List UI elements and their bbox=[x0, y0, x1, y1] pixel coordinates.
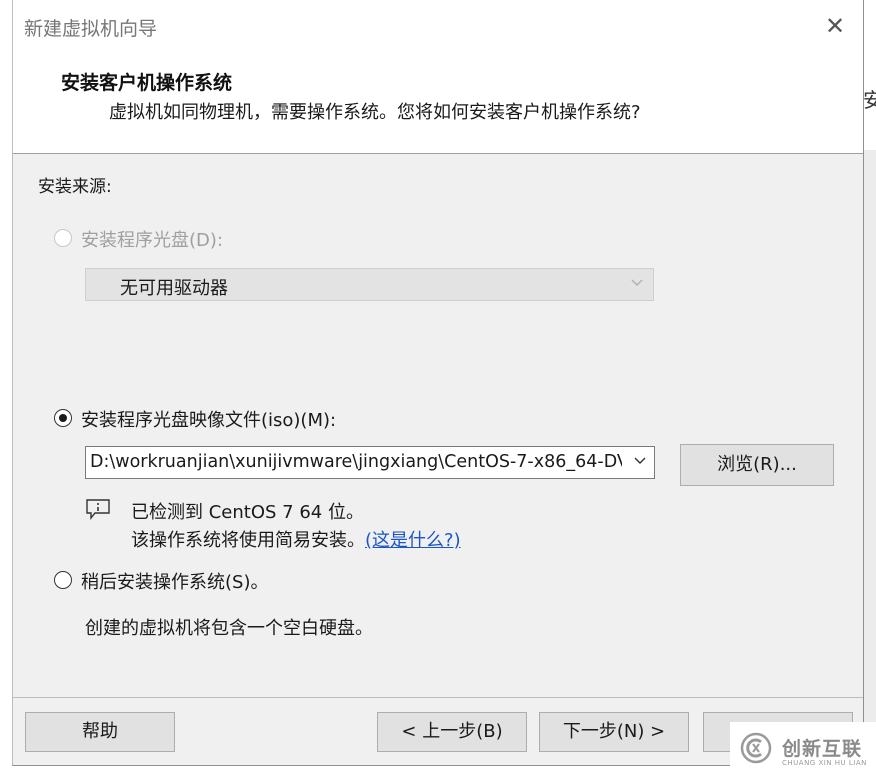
watermark-name: 创新互联 bbox=[782, 738, 863, 760]
chevron-down-icon[interactable] bbox=[634, 453, 646, 469]
help-button[interactable]: 帮助 bbox=[25, 712, 175, 752]
install-source-label: 安装来源: bbox=[38, 177, 112, 197]
drive-select-value: 无可用驱动器 bbox=[120, 278, 228, 299]
radio-install-later[interactable] bbox=[54, 571, 72, 589]
whats-this-link[interactable]: (这是什么?) bbox=[365, 530, 461, 551]
page-title: 安装客户机操作系统 bbox=[61, 72, 233, 94]
watermark: 创新互联 CHUANG XIN HU LIAN bbox=[730, 722, 876, 777]
new-vm-wizard-dialog: 新建虚拟机向导 ✕ 安装客户机操作系统 虚拟机如同物理机，需要操作系统。您将如何… bbox=[12, 0, 864, 766]
brand-logo-icon bbox=[740, 732, 772, 764]
radio-iso-image[interactable] bbox=[54, 409, 72, 427]
radio-iso-image-label: 安装程序光盘映像文件(iso)(M): bbox=[81, 410, 337, 431]
back-button[interactable]: < 上一步(B) bbox=[377, 712, 527, 752]
radio-installer-disc[interactable] bbox=[54, 229, 72, 247]
easy-install-text: 该操作系统将使用简易安装。(这是什么?) bbox=[131, 526, 461, 552]
background-window-text: 安 bbox=[863, 88, 876, 112]
easy-install-message: 该操作系统将使用简易安装。 bbox=[131, 530, 365, 551]
iso-path-value[interactable]: D:\workruanjian\xunijivmware\jingxiang\C… bbox=[90, 452, 622, 472]
radio-installer-disc-label: 安装程序光盘(D): bbox=[81, 230, 223, 251]
watermark-subtext: CHUANG XIN HU LIAN bbox=[782, 759, 867, 767]
browse-button[interactable]: 浏览(R)... bbox=[680, 444, 834, 486]
install-later-description: 创建的虚拟机将包含一个空白硬盘。 bbox=[85, 618, 373, 639]
drive-select[interactable]: 无可用驱动器 bbox=[85, 268, 654, 301]
radio-install-later-label: 稍后安装操作系统(S)。 bbox=[81, 572, 269, 593]
info-icon bbox=[85, 498, 111, 520]
footer-divider bbox=[13, 697, 863, 698]
close-icon[interactable]: ✕ bbox=[819, 12, 851, 40]
chevron-down-icon bbox=[631, 275, 643, 291]
detected-os-text: 已检测到 CentOS 7 64 位。 bbox=[131, 502, 364, 523]
wizard-header: 新建虚拟机向导 ✕ 安装客户机操作系统 虚拟机如同物理机，需要操作系统。您将如何… bbox=[13, 0, 863, 154]
next-button[interactable]: 下一步(N) > bbox=[539, 712, 689, 752]
iso-path-combo[interactable]: D:\workruanjian\xunijivmware\jingxiang\C… bbox=[85, 446, 655, 479]
window-title: 新建虚拟机向导 bbox=[24, 18, 158, 40]
page-subtitle: 虚拟机如同物理机，需要操作系统。您将如何安装客户机操作系统? bbox=[109, 102, 641, 123]
background-window-edge-top bbox=[864, 0, 876, 150]
